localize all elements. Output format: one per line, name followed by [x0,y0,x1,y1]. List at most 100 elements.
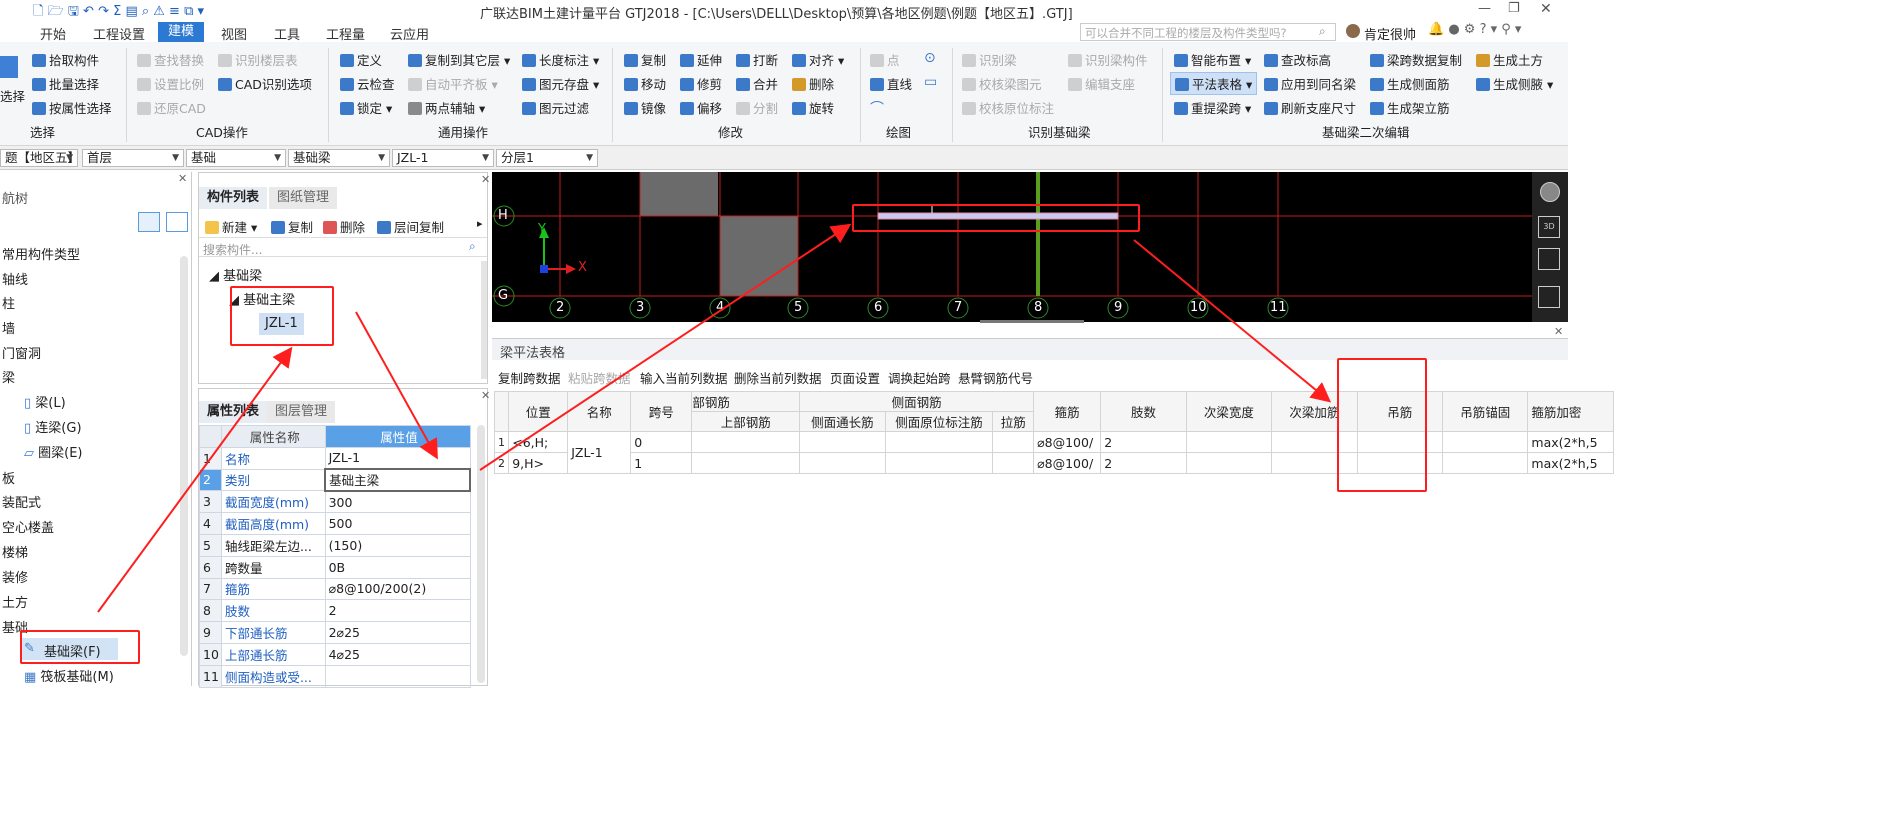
flat-method-table-button[interactable]: 平法表格 ▾ [1170,72,1258,95]
lock-button[interactable]: 锁定 ▾ [340,98,392,117]
restore-cad-button[interactable]: 还原CAD [137,98,206,117]
nav-item-hollow-floor[interactable]: 空心楼盖 [2,517,54,536]
delete-button[interactable]: 删除 [792,74,834,93]
table-row[interactable]: 1 <6,H; JZL-1 0 ⌀8@100/ 2 max(2*h,5 [493,431,1614,474]
restore-icon[interactable]: ❐ [1508,1,1520,16]
tab-quantity[interactable]: 工程量 [326,24,365,43]
nav-item-wall[interactable]: 墙 [2,318,15,337]
more-icon[interactable]: ▸ [477,217,483,230]
nav-item-prefab[interactable]: 装配式 [2,492,41,511]
grid-view-icon[interactable] [166,212,188,232]
new-button[interactable]: 新建 ▾ [205,217,257,236]
tab-drawing-management[interactable]: 图纸管理 [269,187,338,209]
tab-property-list[interactable]: 属性列表 [199,401,268,423]
nav-item-ring-beam[interactable]: ▱ 圈梁(E) [24,442,83,461]
quick-access-icons[interactable]: 🗋 🗁 🖫 ↶ ↷ Σ ▤ ⌕ ⚠ ≡ ⧉ ▾ [33,2,204,24]
arc-icon[interactable]: ⌒ [870,98,884,118]
set-scale-button[interactable]: 设置比例 [137,74,204,93]
nav-item-axis[interactable]: 轴线 [2,269,28,288]
component-search[interactable]: 搜索构件... ⌕ [199,237,487,257]
property-scrollbar[interactable] [477,425,485,683]
layer-combo[interactable]: 分层1 ▼ [496,149,598,167]
copy-button[interactable]: 复制 [624,50,666,69]
select-by-property-button[interactable]: 按属性选择 [32,98,112,117]
search-box[interactable]: 可以合并不同工程的楼层及构件类型吗? ⌕ [1080,23,1336,41]
copy-between-floors-button[interactable]: 层间复制 [377,217,444,236]
offset-button[interactable]: 偏移 [680,98,722,117]
nav-item-raft[interactable]: ▦ 筏板基础(M) [24,666,114,685]
auto-align-slab-button[interactable]: 自动平齐板 ▾ [408,74,498,93]
rectangle-icon[interactable]: ▭ [924,74,937,90]
paste-span-data-button[interactable]: 粘贴跨数据 [568,368,631,387]
check-in-situ-button[interactable]: 校核原位标注 [962,98,1054,117]
notification-icons[interactable]: 🔔 ● ⚙ ? ▾ ⚲ ▾ [1428,22,1521,37]
save-element-button[interactable]: 图元存盘 ▾ [522,74,599,93]
define-button[interactable]: 定义 [340,50,382,69]
property-row[interactable]: 10 上部通长筋 4⌀25 [199,642,471,666]
check-elevation-button[interactable]: 查改标高 [1264,50,1331,69]
property-row[interactable]: 6 跨数量 0B [199,555,471,579]
refresh-support-size-button[interactable]: 刷新支座尺寸 [1264,98,1356,117]
swap-start-span-button[interactable]: 调换起始跨 [888,368,951,387]
re-extract-span-button[interactable]: 重提梁跨 ▾ [1174,98,1251,117]
batch-select-button[interactable]: 批量选择 [32,74,99,93]
nav-item-decoration[interactable]: 装修 [2,567,28,586]
two-point-axis-button[interactable]: 两点辅轴 ▾ [408,98,485,117]
find-replace-button[interactable]: 查找替换 [137,50,204,69]
nav-item-earthwork[interactable]: 土方 [2,592,28,611]
merge-button[interactable]: 合并 [736,74,778,93]
nav-item-opening[interactable]: 门窗洞 [2,343,41,362]
category-combo[interactable]: 基础 ▼ [186,149,286,167]
close-icon[interactable]: ✕ [178,172,187,185]
tab-project-settings[interactable]: 工程设置 [93,24,145,43]
nav-item-slab[interactable]: 板 [2,468,15,487]
nav-item-column[interactable]: 柱 [2,293,15,312]
list-view-icon[interactable] [138,212,160,232]
select-big-icon[interactable] [0,56,18,78]
close-icon[interactable]: ✕ [1540,1,1552,17]
tab-start[interactable]: 开始 [40,24,66,43]
select-big-button[interactable]: 选择 [0,86,25,105]
property-row[interactable]: 2 类别 基础主梁 [199,468,471,492]
drawing-canvas[interactable]: H G X Y 2 3 4 5 6 7 8 9 10 11 [492,172,1568,323]
tab-cloud[interactable]: 云应用 [390,24,429,43]
copy-component-button[interactable]: 复制 [271,217,313,236]
cantilever-code-button[interactable]: 悬臂钢筋代号 [958,368,1033,387]
delete-column-data-button[interactable]: 删除当前列数据 [734,368,822,387]
gen-erection-bar-button[interactable]: 生成架立筋 [1370,98,1450,117]
copy-to-other-floor-button[interactable]: 复制到其它层 ▾ [408,50,510,69]
line-button[interactable]: 直线 [870,74,912,93]
component-scrollbar[interactable] [481,261,487,379]
smart-layout-button[interactable]: 智能布置 ▾ [1174,50,1251,69]
delete-component-button[interactable]: 删除 [323,217,365,236]
component-combo[interactable]: JZL-1 ▼ [392,149,494,167]
nav-item-beam-l[interactable]: ▯ 梁(L) [24,392,66,411]
plan-view-icon[interactable] [1538,248,1560,270]
canvas-scroll-handle[interactable] [980,320,1084,323]
gen-haunch-button[interactable]: 生成侧腋 ▾ [1476,74,1553,93]
circle-icon[interactable]: ⊙ [924,50,936,66]
property-row[interactable]: 1 名称 JZL-1 [199,446,471,470]
identify-beam-button[interactable]: 识别梁 [962,50,1017,69]
pick-component-button[interactable]: 拾取构件 [32,50,99,69]
input-column-data-button[interactable]: 输入当前列数据 [640,368,728,387]
edit-support-button[interactable]: 编辑支座 [1068,74,1135,93]
point-button[interactable]: 点 [870,50,900,69]
element-filter-button[interactable]: 图元过滤 [522,98,589,117]
length-dimension-button[interactable]: 长度标注 ▾ [522,50,599,69]
property-row[interactable]: 8 肢数 2 [199,599,471,623]
tab-tools[interactable]: 工具 [274,24,300,43]
split-button[interactable]: 分割 [736,98,778,117]
rotate-button[interactable]: 旋转 [792,98,834,117]
identify-floor-table-button[interactable]: 识别楼层表 [218,50,298,69]
tab-component-list[interactable]: 构件列表 [199,187,268,209]
apply-same-name-button[interactable]: 应用到同名梁 [1264,74,1356,93]
span-data-copy-button[interactable]: 梁跨数据复制 [1370,50,1462,69]
search-icon[interactable]: ⌕ [1319,24,1326,39]
close-icon[interactable]: ✕ [481,389,490,402]
floor-combo[interactable]: 首层 ▼ [82,149,184,167]
mirror-button[interactable]: 镜像 [624,98,666,117]
avatar[interactable] [1346,24,1360,38]
align-button[interactable]: 对齐 ▾ [792,50,844,69]
tab-modeling[interactable]: 建模 [158,22,205,42]
